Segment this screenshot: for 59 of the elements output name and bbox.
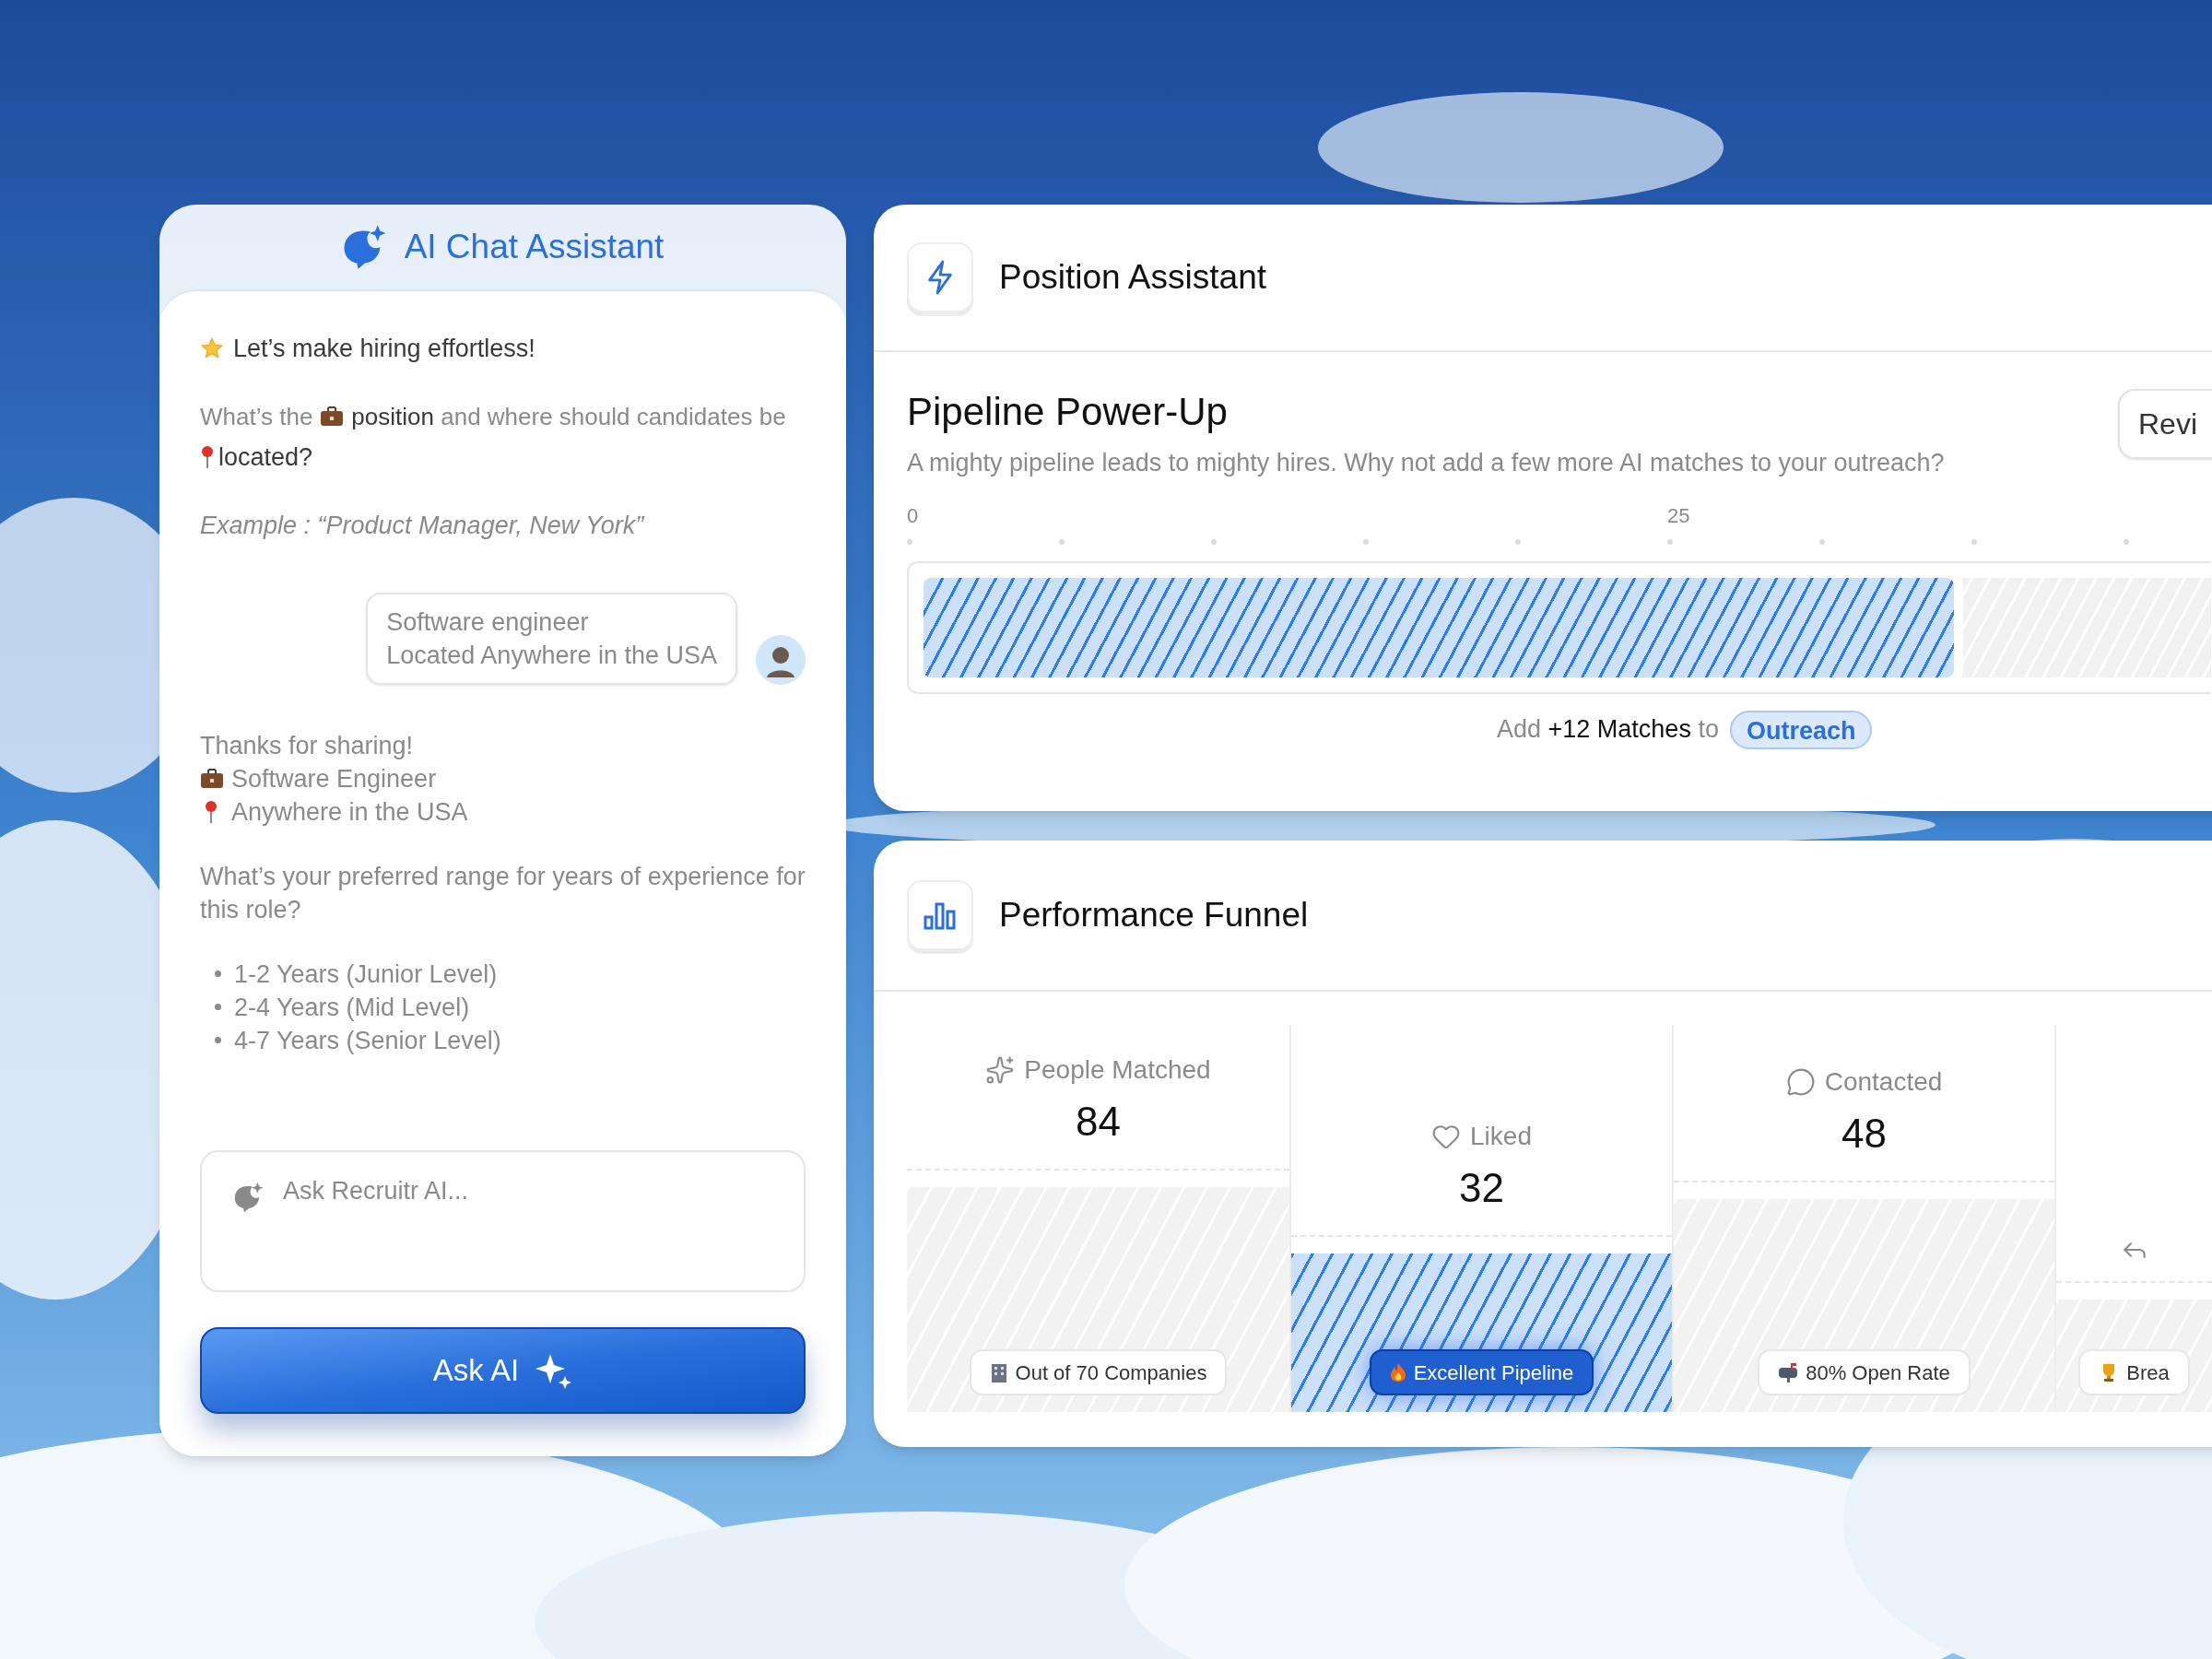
badge-text: Excellent Pipeline (1413, 1359, 1574, 1386)
message-text: Software engineer (386, 606, 590, 638)
summary-text: Software Engineer (231, 763, 437, 794)
axis-tick (2124, 538, 2129, 545)
sparkle-icon (535, 1352, 573, 1389)
axis-label: 0 (907, 503, 919, 527)
stage-value: 32 (1459, 1163, 1504, 1212)
panel-title: Performance Funnel (999, 895, 1309, 936)
question-text: What’s the (200, 401, 313, 432)
panel-title: Position Assistant (999, 257, 1266, 299)
briefcase-icon (320, 406, 345, 428)
axis-tick (907, 538, 912, 545)
cta-text: Add +12 Matches to (1497, 714, 1719, 746)
axis-tick (1059, 538, 1065, 545)
message-text: Located Anywhere in the USA (386, 640, 717, 671)
outreach-chip[interactable]: Outreach (1729, 710, 1873, 749)
stage-value: 48 (1841, 1110, 1887, 1158)
section-description: A mighty pipeline leads to mighty hires. Why not add a few more AI matches to your outreach? (907, 448, 1946, 478)
badge-text: Out of 70 Companies (1015, 1359, 1207, 1386)
stage-value: 84 (1076, 1098, 1121, 1147)
axis-tick (1211, 538, 1217, 545)
axis-tick (1667, 538, 1673, 545)
option-text: 2-4 Years (Mid Level) (234, 992, 470, 1023)
option-text: 1-2 Years (Junior Level) (234, 959, 498, 990)
avatar-icon (756, 634, 806, 685)
panel-title: AI Chat Assistant (404, 227, 665, 268)
badge-text: Brea (2126, 1359, 2170, 1386)
ask-ai-button[interactable]: Ask AI (200, 1327, 806, 1414)
speech-bubble-icon (1785, 1067, 1816, 1097)
review-button[interactable]: Revi (2118, 389, 2212, 459)
stage-label: Contacted (1824, 1066, 1943, 1098)
question-text: position and where should candidates be (351, 401, 786, 432)
mailbox-icon (1778, 1362, 1799, 1382)
followup-text: What’s your preferred range for years of experience for this role? (200, 861, 806, 925)
stage-label: People Matched (1024, 1054, 1211, 1087)
sparkles-icon (985, 1055, 1016, 1086)
building-icon (989, 1362, 1008, 1382)
badge-text: 80% Open Rate (1806, 1359, 1950, 1386)
pin-icon (200, 444, 215, 469)
pin-icon (204, 799, 218, 824)
stage-label: Liked (1470, 1120, 1532, 1152)
summary-text: Thanks for sharing! (200, 730, 415, 761)
bar-chart-icon (924, 900, 957, 930)
briefcase-icon (200, 767, 224, 790)
chat-bubble-icon (233, 1182, 265, 1213)
axis-tick (1971, 538, 1977, 545)
section-title: Pipeline Power-Up (907, 389, 1229, 435)
star-icon (200, 336, 224, 361)
axis-tick (1819, 538, 1825, 545)
question-text: located? (218, 441, 313, 473)
flame-icon (1389, 1362, 1406, 1382)
example-text: Example : “Product Manager, New York” (200, 511, 646, 541)
option-text: 4-7 Years (Senior Level) (234, 1025, 501, 1056)
greeting-text: Let’s make hiring effortless! (233, 334, 535, 364)
chat-input[interactable]: Ask Recruitr AI... (200, 1150, 806, 1292)
axis-label: 25 (1667, 503, 1690, 527)
axis-tick (1363, 538, 1369, 545)
summary-text: Anywhere in the USA (231, 796, 468, 828)
axis-tick (1515, 538, 1521, 545)
